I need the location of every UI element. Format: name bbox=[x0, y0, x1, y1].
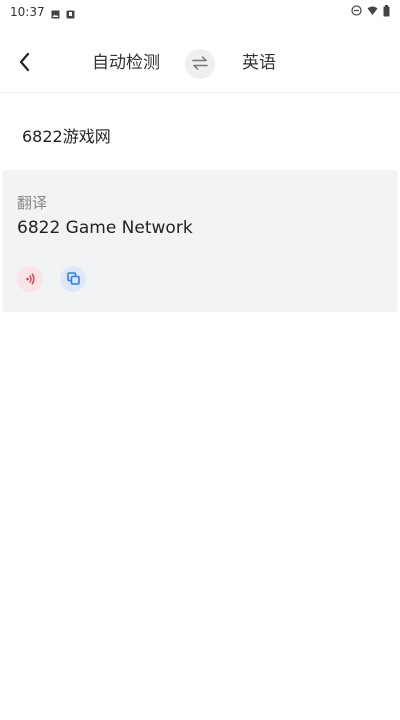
copy-button[interactable] bbox=[60, 266, 86, 292]
status-left: 10:37 bbox=[10, 5, 75, 19]
translate-header: 自动检测 英语 bbox=[0, 36, 400, 93]
source-text[interactable]: 6822游戏网 bbox=[22, 123, 111, 147]
copy-icon bbox=[66, 270, 80, 289]
back-button[interactable] bbox=[10, 49, 40, 79]
status-right bbox=[351, 4, 390, 20]
image-icon bbox=[51, 8, 60, 18]
download-icon bbox=[66, 8, 75, 18]
swap-languages-button[interactable] bbox=[185, 49, 215, 79]
source-language-selector[interactable]: 自动检测 bbox=[90, 50, 162, 76]
swap-arrows-icon bbox=[191, 55, 209, 74]
status-bar: 10:37 bbox=[0, 0, 400, 24]
battery-icon bbox=[383, 4, 390, 20]
translation-result-card: 翻译 6822 Game Network bbox=[3, 170, 397, 312]
translated-text: 6822 Game Network bbox=[17, 218, 193, 238]
result-label: 翻译 bbox=[17, 194, 48, 212]
speaker-icon bbox=[24, 270, 36, 289]
target-language-selector[interactable]: 英语 bbox=[238, 50, 280, 76]
back-arrow-icon bbox=[18, 52, 32, 76]
status-time: 10:37 bbox=[10, 5, 45, 19]
speak-button[interactable] bbox=[17, 266, 43, 292]
wifi-icon bbox=[367, 5, 378, 19]
dnd-icon bbox=[351, 5, 362, 19]
